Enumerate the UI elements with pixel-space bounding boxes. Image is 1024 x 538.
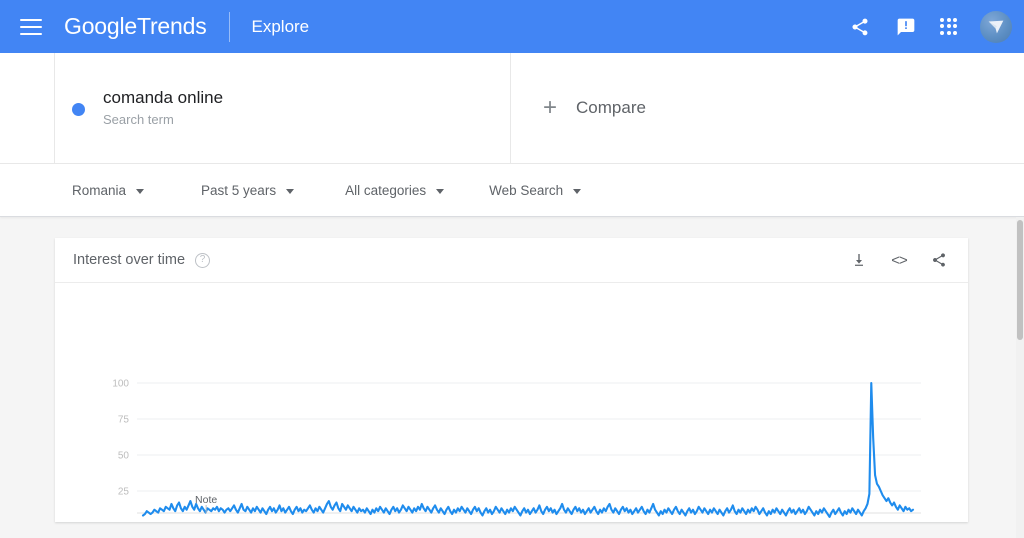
filter-search-type-label: Web Search <box>489 183 563 198</box>
hamburger-bar <box>20 19 42 21</box>
series-color-dot <box>72 103 85 116</box>
chevron-down-icon <box>286 189 294 194</box>
filter-category[interactable]: All categories <box>345 183 444 198</box>
chart-plot-area[interactable]: 100755025Aug 2, 2015Mar 12, 2017Oct 21, … <box>55 283 968 521</box>
brand-logo[interactable]: GoogleTrends <box>64 13 207 40</box>
filter-search-type[interactable]: Web Search <box>489 183 581 198</box>
share-icon[interactable] <box>929 250 949 270</box>
brand-trends-text: Trends <box>137 13 207 39</box>
google-trends-explore-page: GoogleTrends Explore <box>0 0 1024 538</box>
search-term-card[interactable]: comanda online Search term <box>55 53 511 163</box>
svg-text:50: 50 <box>118 451 130 462</box>
apps-dot <box>940 18 944 22</box>
terms-left-gutter <box>0 53 55 163</box>
compare-label: Compare <box>576 98 646 118</box>
card-title: Interest over time <box>73 252 185 268</box>
chevron-down-icon <box>436 189 444 194</box>
chevron-down-icon <box>136 189 144 194</box>
svg-text:25: 25 <box>118 487 130 498</box>
filter-location[interactable]: Romania <box>72 183 144 198</box>
download-icon[interactable] <box>849 250 869 270</box>
filter-category-label: All categories <box>345 183 426 198</box>
svg-text:75: 75 <box>118 415 130 426</box>
chevron-down-icon <box>573 189 581 194</box>
feedback-icon[interactable] <box>894 15 918 39</box>
search-term-type: Search term <box>103 111 223 129</box>
apps-dot <box>940 31 944 35</box>
page-scrollbar-thumb[interactable] <box>1017 220 1023 340</box>
filter-location-label: Romania <box>72 183 126 198</box>
interest-over-time-chart[interactable]: 100755025Aug 2, 2015Mar 12, 2017Oct 21, … <box>55 283 968 521</box>
brand-google-text: Google <box>64 13 137 39</box>
svg-text:Note: Note <box>195 494 217 506</box>
hamburger-bar <box>20 33 42 35</box>
apps-dot <box>953 31 957 35</box>
user-avatar[interactable] <box>980 11 1012 43</box>
filter-time-range[interactable]: Past 5 years <box>201 183 294 198</box>
apps-dot <box>947 24 951 28</box>
hamburger-bar <box>20 26 42 28</box>
help-icon[interactable]: ? <box>195 253 210 268</box>
search-term-label: comanda online <box>103 87 223 109</box>
header-divider <box>229 12 230 42</box>
filter-time-range-label: Past 5 years <box>201 183 276 198</box>
filter-bar: Romania Past 5 years All categories Web … <box>0 164 1024 217</box>
header-actions <box>848 0 1012 53</box>
apps-dot <box>953 24 957 28</box>
embed-code-icon[interactable]: <> <box>889 250 909 270</box>
search-term-text: comanda online Search term <box>103 87 223 129</box>
apps-dot <box>947 31 951 35</box>
explore-nav-link[interactable]: Explore <box>252 17 310 37</box>
card-actions: <> <box>849 250 949 270</box>
app-header: GoogleTrends Explore <box>0 0 1024 53</box>
hamburger-menu-icon[interactable] <box>20 19 42 35</box>
apps-dot <box>953 18 957 22</box>
card-header: Interest over time ? <> <box>55 238 968 283</box>
svg-text:100: 100 <box>112 379 129 390</box>
apps-dot <box>947 18 951 22</box>
apps-grid-icon[interactable] <box>940 18 958 36</box>
search-terms-bar: comanda online Search term + Compare <box>0 53 1024 164</box>
plus-icon: + <box>543 96 557 120</box>
interest-over-time-card: Interest over time ? <> 100755025Au <box>55 238 968 522</box>
share-icon[interactable] <box>848 15 872 39</box>
compare-button[interactable]: + Compare <box>511 53 1024 163</box>
apps-dot <box>940 24 944 28</box>
